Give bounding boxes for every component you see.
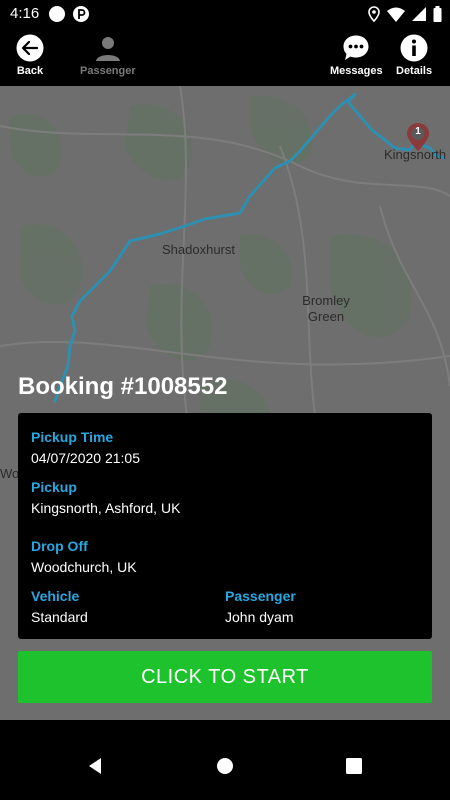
person-icon [95, 37, 120, 61]
battery-icon [433, 6, 442, 22]
dropoff-value: Woodchurch, UK [31, 559, 137, 575]
messages-button[interactable]: Messages [330, 34, 383, 77]
click-to-start-button[interactable]: CLICK TO START [18, 651, 432, 703]
pickup-time-value: 04/07/2020 21:05 [31, 450, 140, 466]
back-button[interactable]: Back [16, 34, 44, 77]
dropoff-label: Drop Off [31, 538, 88, 554]
pickup-marker[interactable]: 1 [406, 122, 430, 152]
details-button[interactable]: Details [396, 34, 432, 77]
passenger-label: Passenger [80, 65, 136, 77]
messages-label: Messages [330, 65, 383, 77]
back-arrow-icon [16, 34, 44, 62]
map-label-bromley-green: Bromley Green [302, 293, 350, 324]
passenger-label: Passenger [225, 588, 296, 604]
top-toolbar: Back Passenger Messages Details [0, 28, 450, 86]
notification-dot-icon [49, 6, 65, 22]
signal-icon [412, 7, 426, 21]
wifi-icon [387, 7, 405, 22]
pickup-time-label: Pickup Time [31, 429, 114, 445]
info-icon [400, 34, 428, 62]
system-nav-bar [0, 730, 450, 800]
status-bar: 4:16 [0, 0, 450, 28]
back-label: Back [16, 65, 44, 77]
pickup-label: Pickup [31, 479, 77, 495]
passenger-value: John dyam [225, 609, 294, 625]
pickup-value: Kingsnorth, Ashford, UK [31, 500, 181, 516]
app-notification-icon [73, 6, 89, 22]
chat-bubble-icon [343, 35, 369, 60]
nav-back-icon[interactable] [84, 755, 106, 777]
map-label-shadoxhurst: Shadoxhurst [162, 242, 235, 257]
nav-home-icon[interactable] [214, 755, 236, 777]
booking-title: Booking #1008552 [18, 373, 228, 400]
pickup-marker-number: 1 [415, 126, 421, 137]
status-time: 4:16 [10, 5, 40, 22]
status-icons [368, 4, 442, 24]
booking-details-card: Pickup Time 04/07/2020 21:05 Pickup King… [18, 413, 432, 639]
vehicle-label: Vehicle [31, 588, 80, 604]
passenger-button[interactable]: Passenger [80, 34, 136, 77]
details-label: Details [396, 65, 433, 77]
vehicle-value: Standard [31, 609, 88, 625]
nav-recents-icon[interactable] [343, 755, 365, 777]
location-icon [368, 6, 380, 22]
